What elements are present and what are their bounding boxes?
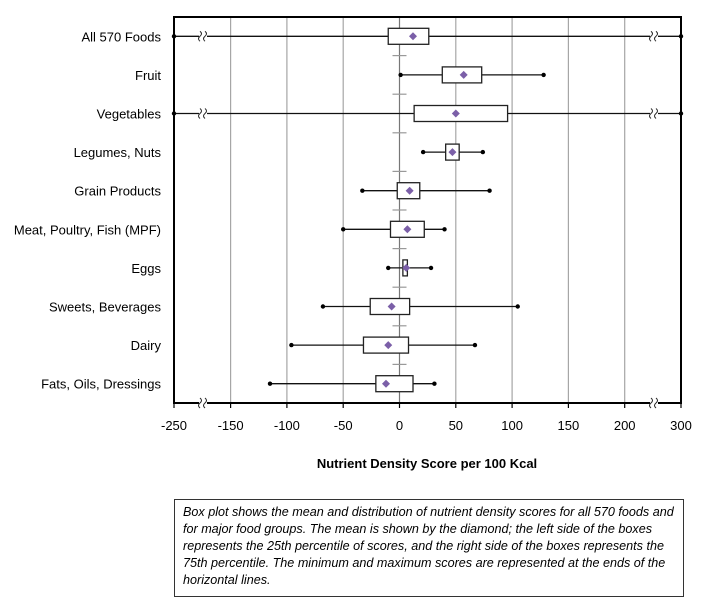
box-1 [398, 66, 546, 84]
box-8 [289, 336, 478, 354]
box-9 [267, 375, 437, 393]
min-point [386, 265, 391, 271]
x-tick-label: 200 [614, 418, 636, 433]
max-point [487, 188, 492, 193]
max-point [442, 227, 447, 232]
category-label: All 570 Foods [82, 29, 162, 44]
category-label: Grain Products [74, 184, 161, 199]
max-point [428, 265, 434, 271]
category-label: Fruit [135, 68, 161, 83]
min-point [360, 188, 365, 193]
x-tick-label: -150 [218, 418, 244, 433]
category-label: Vegetables [97, 107, 162, 122]
min-point [341, 227, 346, 232]
x-tick-label: 150 [558, 418, 580, 433]
max-point [432, 381, 437, 386]
x-tick-label: -100 [274, 418, 300, 433]
caption-box: Box plot shows the mean and distribution… [174, 499, 684, 597]
iqr-box [387, 27, 430, 45]
x-tick-label: -50 [334, 418, 353, 433]
min-point [398, 72, 403, 78]
category-label: Legumes, Nuts [74, 145, 162, 160]
x-axis: -250 -150 -100 -50 0 50 100 150 200 300 [161, 397, 692, 433]
x-axis-title: Nutrient Density Score per 100 Kcal [317, 456, 537, 471]
max-point [515, 304, 520, 309]
category-label: Sweets, Beverages [49, 300, 162, 315]
box-5 [341, 220, 447, 238]
x-tick-label: 300 [670, 418, 692, 433]
boxes [171, 27, 684, 393]
box-2 [171, 104, 684, 123]
box-4 [360, 182, 492, 200]
box-0 [171, 27, 684, 45]
max-point [541, 72, 546, 78]
box-7 [320, 297, 520, 316]
x-tick-label: 100 [501, 418, 523, 433]
category-label: Eggs [131, 261, 161, 276]
box-plot-chart: -250 -150 -100 -50 0 50 100 150 200 300 All 570 F… [14, 16, 692, 471]
min-point [267, 381, 273, 386]
min-point [320, 304, 326, 309]
iqr-box [375, 375, 414, 393]
max-point [480, 149, 486, 155]
box-6 [386, 259, 434, 277]
min-point [289, 342, 294, 348]
x-tick-label: -250 [161, 418, 187, 433]
iqr-box [413, 104, 509, 123]
category-label: Dairy [131, 338, 162, 353]
category-label: Fats, Oils, Dressings [41, 377, 161, 392]
category-label: Meat, Poultry, Fish (MPF) [14, 222, 161, 237]
max-point [472, 342, 478, 348]
x-tick-label: 0 [396, 418, 403, 433]
min-point [420, 149, 426, 155]
box-3 [420, 143, 486, 161]
category-labels: All 570 Foods Fruit Vegetables Legumes, Nut… [14, 29, 162, 391]
x-tick-label: 50 [449, 418, 463, 433]
